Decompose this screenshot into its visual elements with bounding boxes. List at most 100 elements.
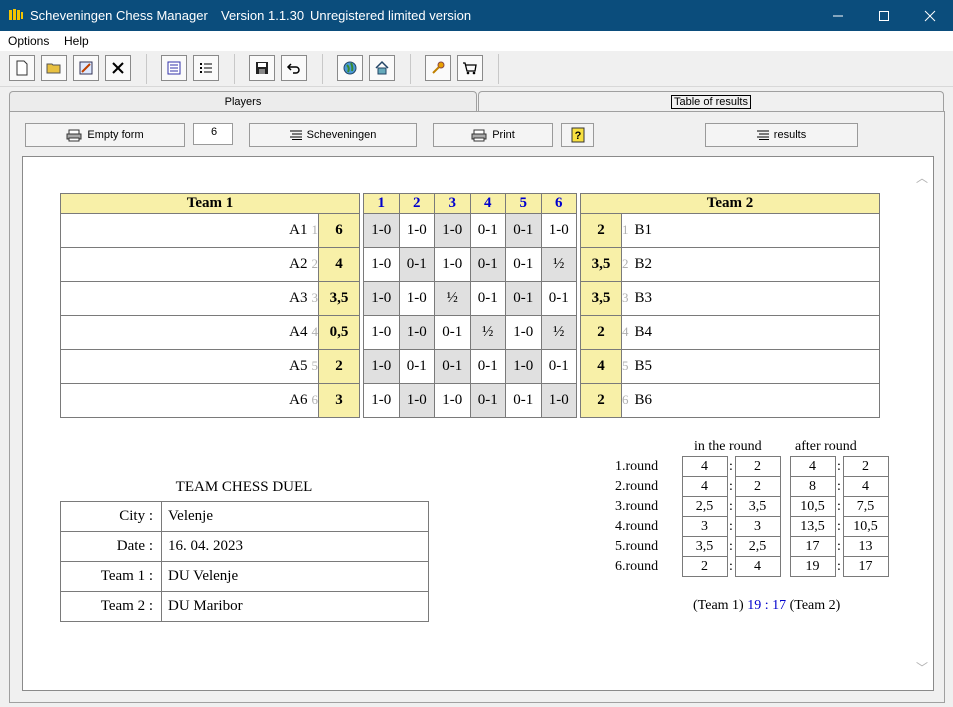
game-result[interactable]: 1-0 [505,349,542,384]
game-result[interactable]: 1-0 [540,213,577,248]
game-result[interactable]: 1-0 [363,247,400,282]
game-result[interactable]: 0-1 [398,349,435,384]
game-result[interactable]: 0-1 [398,247,435,282]
undo-button[interactable] [281,55,307,81]
key-button[interactable] [425,55,451,81]
game-result[interactable]: 1-0 [398,281,435,316]
delete-button[interactable] [105,55,131,81]
toolbar-separator [322,54,323,84]
empty-form-button[interactable]: Empty form [25,123,185,147]
print-button[interactable]: Print [433,123,553,147]
results-button[interactable]: results [705,123,858,147]
tab-table-of-results[interactable]: Table of results [478,91,944,113]
maximize-button[interactable] [861,0,907,31]
score-a1: 6 [318,213,360,248]
close-button[interactable] [907,0,953,31]
printer-icon [66,129,82,141]
game-result[interactable]: 0-1 [434,315,471,350]
game-result[interactable]: 0-1 [469,247,506,282]
game-result[interactable]: 1-0 [398,383,435,418]
game-result[interactable]: 1-0 [434,247,471,282]
game-result[interactable]: 1-0 [398,315,435,350]
cumulative-t2: 13 [842,536,889,557]
numbered-list-button[interactable] [193,55,219,81]
game-result[interactable]: 0-1 [469,383,506,418]
round-label: 5.round [615,538,659,554]
edit-icon [79,61,93,75]
player-b2: 2 B2 [621,247,880,282]
game-result[interactable]: 1-0 [434,383,471,418]
game-result[interactable]: 0-1 [469,213,506,248]
web-icon [343,61,357,75]
scroll-up-icon[interactable]: ︿ [916,169,928,186]
cart-icon [463,62,477,75]
game-result[interactable]: 1-0 [363,281,400,316]
new-button[interactable] [9,55,35,81]
rounds-summary-table: 1.round 4:2 4:2 2.round 4:2 8:4 3.round 2,5:3… [614,456,889,577]
info-label: Team 1 : [60,561,162,592]
round-count-input[interactable]: 6 [193,123,233,145]
round-t2: 4 [734,556,781,577]
game-result[interactable]: ½ [540,315,577,350]
lines-icon [289,130,302,140]
game-result[interactable]: 0-1 [434,349,471,384]
game-result[interactable]: 0-1 [505,383,542,418]
game-result[interactable]: ½ [540,247,577,282]
score-b3: 3,5 [580,281,622,316]
round-header: 3 [434,193,471,214]
info-date: 16. 04. 2023 [161,531,429,562]
game-result[interactable]: 1-0 [540,383,577,418]
score-a5: 2 [318,349,360,384]
game-result[interactable]: 1-0 [398,213,435,248]
score-a6: 3 [318,383,360,418]
menu-bar: Options Help [0,31,953,51]
new-file-icon [16,60,28,76]
game-result[interactable]: 0-1 [540,349,577,384]
open-button[interactable] [41,55,67,81]
minimize-button[interactable] [815,0,861,31]
game-result[interactable]: 0-1 [505,281,542,316]
team2-header: Team 2 [580,193,880,214]
cumulative-t2: 4 [842,476,889,497]
info-team1: DU Velenje [161,561,429,592]
edit-button[interactable] [73,55,99,81]
list-button[interactable] [161,55,187,81]
cumulative-t2: 17 [842,556,889,577]
game-result[interactable]: 0-1 [469,349,506,384]
team1-header: Team 1 [60,193,360,214]
game-result[interactable]: ½ [434,281,471,316]
save-icon [256,62,268,74]
game-result[interactable]: 1-0 [363,349,400,384]
score-a4: 0,5 [318,315,360,350]
scheveningen-button[interactable]: Scheveningen [249,123,417,147]
game-result[interactable]: 0-1 [540,281,577,316]
game-result[interactable]: 0-1 [469,281,506,316]
player-a1: A1 1 [60,213,319,248]
game-result[interactable]: 1-0 [363,383,400,418]
score-b1: 2 [580,213,622,248]
tab-players[interactable]: Players [9,91,477,113]
game-result[interactable]: 1-0 [363,315,400,350]
round-header: 1 [363,193,400,214]
menu-help[interactable]: Help [64,34,89,48]
game-result[interactable]: 0-1 [505,247,542,282]
minimize-icon [833,15,843,16]
game-result[interactable]: 1-0 [505,315,542,350]
license-status: Unregistered limited version [310,8,472,23]
round-t1: 3,5 [681,536,728,557]
scroll-down-icon[interactable]: ﹀ [916,659,928,676]
score-b2: 3,5 [580,247,622,282]
game-result[interactable]: 1-0 [434,213,471,248]
cart-button[interactable] [457,55,483,81]
player-a3: A3 3 [60,281,319,316]
game-result[interactable]: 1-0 [363,213,400,248]
home-button[interactable] [369,55,395,81]
save-button[interactable] [249,55,275,81]
info-label: Team 2 : [60,591,162,622]
home-icon [375,60,389,75]
game-result[interactable]: ½ [469,315,506,350]
game-result[interactable]: 0-1 [505,213,542,248]
web-button[interactable] [337,55,363,81]
menu-options[interactable]: Options [8,34,49,48]
help-button[interactable]: ? [561,123,594,147]
